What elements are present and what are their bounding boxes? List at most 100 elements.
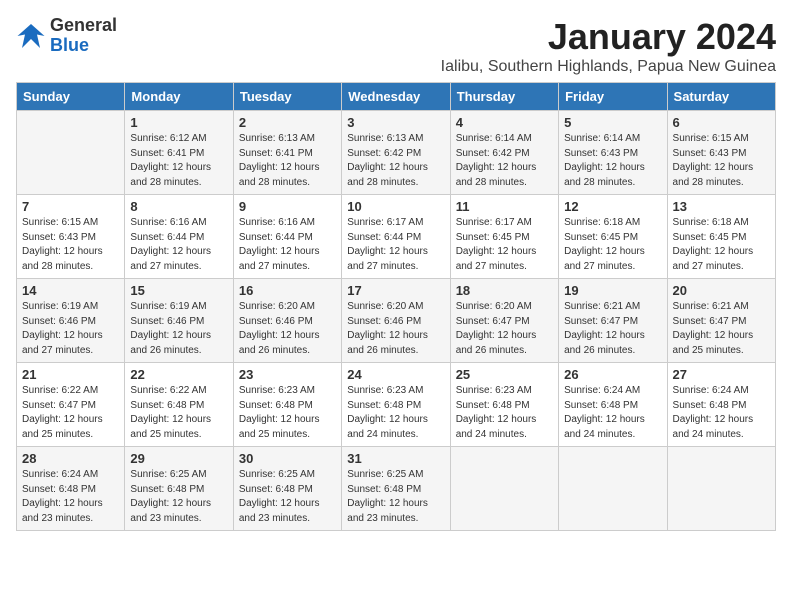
day-number: 10 xyxy=(347,199,444,214)
calendar-cell: 23 Sunrise: 6:23 AM Sunset: 6:48 PM Dayli… xyxy=(233,363,341,447)
day-number: 25 xyxy=(456,367,553,382)
logo-general: General xyxy=(50,16,117,36)
day-info: Sunrise: 6:22 AM Sunset: 6:48 PM Dayligh… xyxy=(130,384,227,442)
day-number: 6 xyxy=(673,115,770,130)
day-info: Sunrise: 6:15 AM Sunset: 6:43 PM Dayligh… xyxy=(673,132,770,190)
calendar-header-row: SundayMondayTuesdayWednesdayThursdayFrid… xyxy=(17,83,776,111)
day-number: 27 xyxy=(673,367,770,382)
calendar-body: 1 Sunrise: 6:12 AM Sunset: 6:41 PM Daylig… xyxy=(17,111,776,531)
calendar-cell: 17 Sunrise: 6:20 AM Sunset: 6:46 PM Dayli… xyxy=(342,279,450,363)
day-number: 15 xyxy=(130,283,227,298)
day-number: 22 xyxy=(130,367,227,382)
calendar-cell: 8 Sunrise: 6:16 AM Sunset: 6:44 PM Daylig… xyxy=(125,195,233,279)
calendar-cell: 21Sunrise: 6:22 AM Sunset: 6:47 PM Dayli… xyxy=(17,363,125,447)
calendar-cell xyxy=(17,111,125,195)
day-info: Sunrise: 6:25 AM Sunset: 6:48 PM Dayligh… xyxy=(347,468,444,526)
week-row-2: 7 Sunrise: 6:15 AM Sunset: 6:43 PM Daylig… xyxy=(17,195,776,279)
calendar-cell: 31 Sunrise: 6:25 AM Sunset: 6:48 PM Dayli… xyxy=(342,447,450,531)
day-number: 3 xyxy=(347,115,444,130)
calendar-cell: 3Sunrise: 6:13 AM Sunset: 6:42 PM Daylig… xyxy=(342,111,450,195)
day-number: 28 xyxy=(22,451,119,466)
day-info: Sunrise: 6:23 AM Sunset: 6:48 PM Dayligh… xyxy=(347,384,444,442)
calendar-cell: 11Sunrise: 6:17 AM Sunset: 6:45 PM Dayli… xyxy=(450,195,558,279)
header-saturday: Saturday xyxy=(667,83,775,111)
day-info: Sunrise: 6:14 AM Sunset: 6:42 PM Dayligh… xyxy=(456,132,553,190)
day-info: Sunrise: 6:20 AM Sunset: 6:46 PM Dayligh… xyxy=(347,300,444,358)
calendar-cell: 1 Sunrise: 6:12 AM Sunset: 6:41 PM Daylig… xyxy=(125,111,233,195)
day-number: 16 xyxy=(239,283,336,298)
day-number: 11 xyxy=(456,199,553,214)
calendar-cell: 29 Sunrise: 6:25 AM Sunset: 6:48 PM Dayli… xyxy=(125,447,233,531)
day-number: 5 xyxy=(564,115,661,130)
calendar-cell: 4 Sunrise: 6:14 AM Sunset: 6:42 PM Daylig… xyxy=(450,111,558,195)
calendar-cell: 13Sunrise: 6:18 AM Sunset: 6:45 PM Dayli… xyxy=(667,195,775,279)
calendar-cell: 30 Sunrise: 6:25 AM Sunset: 6:48 PM Dayli… xyxy=(233,447,341,531)
day-number: 18 xyxy=(456,283,553,298)
month-title: January 2024 xyxy=(441,16,776,58)
day-number: 30 xyxy=(239,451,336,466)
day-info: Sunrise: 6:25 AM Sunset: 6:48 PM Dayligh… xyxy=(239,468,336,526)
day-number: 29 xyxy=(130,451,227,466)
header-wednesday: Wednesday xyxy=(342,83,450,111)
calendar-cell: 15 Sunrise: 6:19 AM Sunset: 6:46 PM Dayli… xyxy=(125,279,233,363)
calendar-table: SundayMondayTuesdayWednesdayThursdayFrid… xyxy=(16,82,776,531)
day-number: 7 xyxy=(22,199,119,214)
calendar-cell: 18 Sunrise: 6:20 AM Sunset: 6:47 PM Dayli… xyxy=(450,279,558,363)
calendar-cell: 5 Sunrise: 6:14 AM Sunset: 6:43 PM Daylig… xyxy=(559,111,667,195)
calendar-cell: 16 Sunrise: 6:20 AM Sunset: 6:46 PM Dayli… xyxy=(233,279,341,363)
day-info: Sunrise: 6:21 AM Sunset: 6:47 PM Dayligh… xyxy=(564,300,661,358)
day-number: 17 xyxy=(347,283,444,298)
logo-blue: Blue xyxy=(50,36,117,56)
day-info: Sunrise: 6:18 AM Sunset: 6:45 PM Dayligh… xyxy=(673,216,770,274)
day-info: Sunrise: 6:20 AM Sunset: 6:47 PM Dayligh… xyxy=(456,300,553,358)
logo-text: General Blue xyxy=(50,16,117,56)
header-thursday: Thursday xyxy=(450,83,558,111)
day-number: 1 xyxy=(130,115,227,130)
day-info: Sunrise: 6:19 AM Sunset: 6:46 PM Dayligh… xyxy=(130,300,227,358)
day-info: Sunrise: 6:12 AM Sunset: 6:41 PM Dayligh… xyxy=(130,132,227,190)
calendar-cell: 2 Sunrise: 6:13 AM Sunset: 6:41 PM Daylig… xyxy=(233,111,341,195)
day-number: 31 xyxy=(347,451,444,466)
calendar-cell: 7 Sunrise: 6:15 AM Sunset: 6:43 PM Daylig… xyxy=(17,195,125,279)
header-friday: Friday xyxy=(559,83,667,111)
day-info: Sunrise: 6:16 AM Sunset: 6:44 PM Dayligh… xyxy=(130,216,227,274)
day-info: Sunrise: 6:25 AM Sunset: 6:48 PM Dayligh… xyxy=(130,468,227,526)
day-info: Sunrise: 6:24 AM Sunset: 6:48 PM Dayligh… xyxy=(22,468,119,526)
day-info: Sunrise: 6:13 AM Sunset: 6:41 PM Dayligh… xyxy=(239,132,336,190)
calendar-cell: 12Sunrise: 6:18 AM Sunset: 6:45 PM Dayli… xyxy=(559,195,667,279)
day-number: 4 xyxy=(456,115,553,130)
day-info: Sunrise: 6:16 AM Sunset: 6:44 PM Dayligh… xyxy=(239,216,336,274)
day-number: 12 xyxy=(564,199,661,214)
header-sunday: Sunday xyxy=(17,83,125,111)
calendar-cell: 28 Sunrise: 6:24 AM Sunset: 6:48 PM Dayli… xyxy=(17,447,125,531)
week-row-3: 14Sunrise: 6:19 AM Sunset: 6:46 PM Dayli… xyxy=(17,279,776,363)
day-number: 21 xyxy=(22,367,119,382)
logo: General Blue xyxy=(16,16,117,56)
day-info: Sunrise: 6:17 AM Sunset: 6:44 PM Dayligh… xyxy=(347,216,444,274)
header-tuesday: Tuesday xyxy=(233,83,341,111)
day-info: Sunrise: 6:20 AM Sunset: 6:46 PM Dayligh… xyxy=(239,300,336,358)
day-number: 2 xyxy=(239,115,336,130)
calendar-cell xyxy=(450,447,558,531)
week-row-1: 1 Sunrise: 6:12 AM Sunset: 6:41 PM Daylig… xyxy=(17,111,776,195)
day-info: Sunrise: 6:14 AM Sunset: 6:43 PM Dayligh… xyxy=(564,132,661,190)
calendar-cell: 6 Sunrise: 6:15 AM Sunset: 6:43 PM Daylig… xyxy=(667,111,775,195)
day-info: Sunrise: 6:15 AM Sunset: 6:43 PM Dayligh… xyxy=(22,216,119,274)
page-header: General Blue January 2024 Ialibu, Southe… xyxy=(16,16,776,76)
calendar-cell: 22 Sunrise: 6:22 AM Sunset: 6:48 PM Dayli… xyxy=(125,363,233,447)
calendar-cell: 19Sunrise: 6:21 AM Sunset: 6:47 PM Dayli… xyxy=(559,279,667,363)
calendar-cell xyxy=(559,447,667,531)
day-info: Sunrise: 6:24 AM Sunset: 6:48 PM Dayligh… xyxy=(673,384,770,442)
calendar-cell: 24 Sunrise: 6:23 AM Sunset: 6:48 PM Dayli… xyxy=(342,363,450,447)
day-number: 9 xyxy=(239,199,336,214)
calendar-cell: 26Sunrise: 6:24 AM Sunset: 6:48 PM Dayli… xyxy=(559,363,667,447)
day-number: 23 xyxy=(239,367,336,382)
calendar-cell: 14Sunrise: 6:19 AM Sunset: 6:46 PM Dayli… xyxy=(17,279,125,363)
day-number: 26 xyxy=(564,367,661,382)
day-info: Sunrise: 6:23 AM Sunset: 6:48 PM Dayligh… xyxy=(239,384,336,442)
day-number: 8 xyxy=(130,199,227,214)
calendar-cell: 9 Sunrise: 6:16 AM Sunset: 6:44 PM Daylig… xyxy=(233,195,341,279)
day-number: 20 xyxy=(673,283,770,298)
header-monday: Monday xyxy=(125,83,233,111)
day-number: 24 xyxy=(347,367,444,382)
